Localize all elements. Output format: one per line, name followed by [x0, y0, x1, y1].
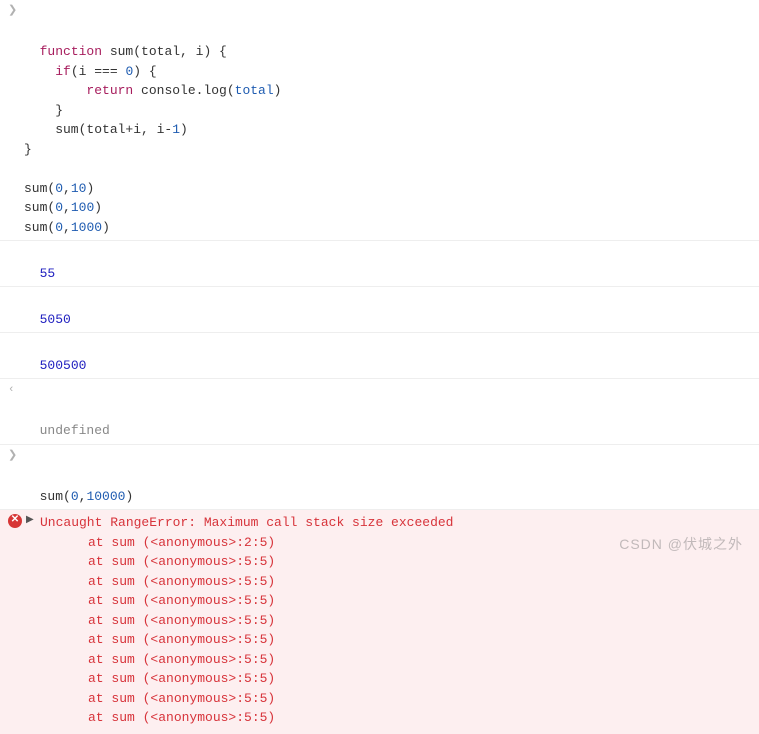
stack-frame[interactable]: at sum (<anonymous>:5:5) [40, 572, 751, 592]
return-marker-icon: ‹ [8, 382, 15, 399]
console-output: 55 [0, 241, 759, 287]
console-return: ‹ undefined [0, 379, 759, 445]
code-line: sum(0,10) [24, 181, 94, 196]
input-marker-icon: ❯ [8, 3, 17, 20]
log-value: 55 [40, 266, 56, 281]
stack-frame[interactable]: at sum (<anonymous>:5:5) [40, 611, 751, 631]
code-line: } [24, 103, 63, 118]
code-line: if(i === 0) { [24, 64, 157, 79]
stack-frame[interactable]: at sum (<anonymous>:5:5) [40, 630, 751, 650]
stack-frame[interactable]: at sum (<anonymous>:5:5) [40, 689, 751, 709]
code-line: sum(0,1000) [24, 220, 110, 235]
console-input-block[interactable]: ❯ function sum(total, i) { if(i === 0) {… [0, 0, 759, 241]
console-output: 500500 [0, 333, 759, 379]
stack-frame[interactable]: at sum (<anonymous>:5:5) [40, 669, 751, 689]
console-output: 5050 [0, 287, 759, 333]
code-line: sum(total+i, i-1) [24, 122, 188, 137]
code-line: function sum(total, i) { [40, 44, 227, 59]
console-input-block[interactable]: ❯ sum(0,10000) [0, 445, 759, 511]
return-value: undefined [40, 423, 110, 438]
stack-frame[interactable]: at sum (<anonymous>:5:5) [40, 650, 751, 670]
log-value: 5050 [40, 312, 71, 327]
input-marker-icon: ❯ [8, 448, 17, 465]
watermark: CSDN @伏城之外 [619, 534, 743, 555]
expand-icon[interactable]: ▶ [26, 513, 34, 528]
code-line: } [24, 142, 32, 157]
log-value: 500500 [40, 358, 87, 373]
stack-frame[interactable]: at sum (<anonymous>:5:5) [40, 708, 751, 728]
code-line: sum(0,100) [24, 200, 102, 215]
stack-frame[interactable]: at sum (<anonymous>:5:5) [40, 591, 751, 611]
error-message: Uncaught RangeError: Maximum call stack … [40, 515, 453, 530]
code-line: sum(0,10000) [40, 489, 134, 504]
code-line: return console.log(total) [24, 83, 281, 98]
error-icon: ✕ [8, 514, 22, 528]
